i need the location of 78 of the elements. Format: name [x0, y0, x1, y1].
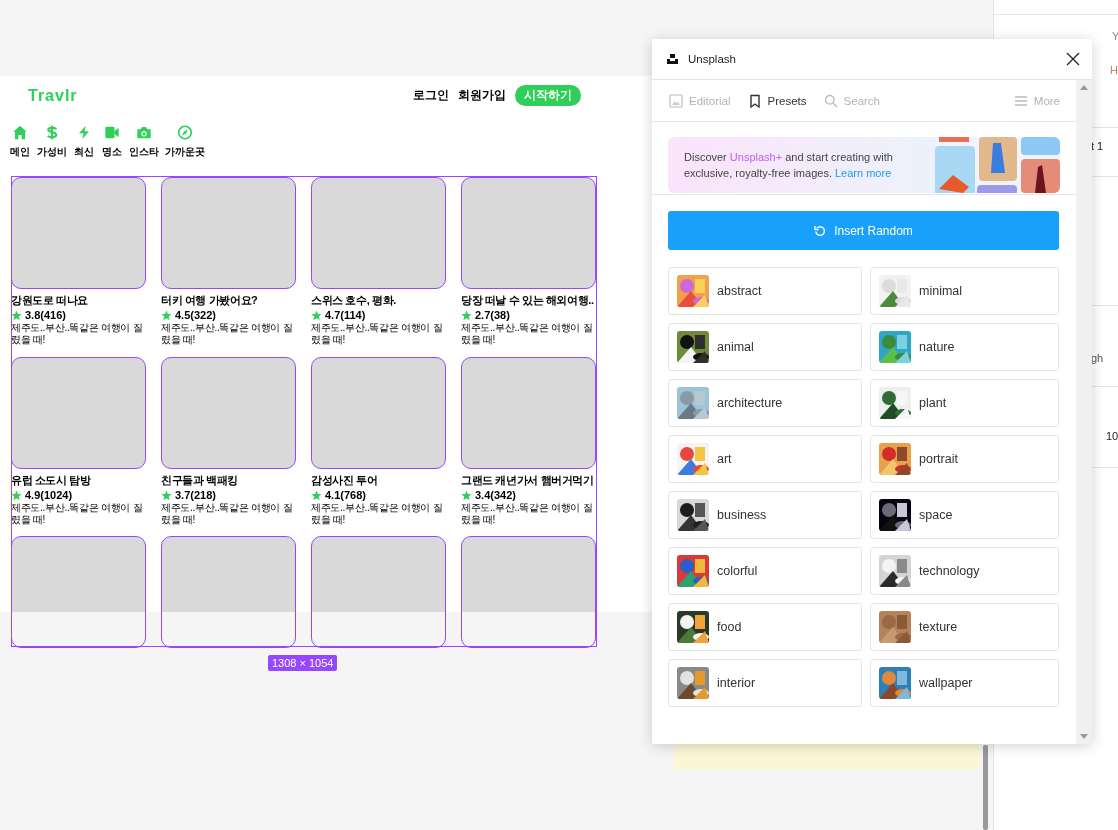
- nav-link[interactable]: 회원가입: [458, 87, 506, 104]
- preset-item[interactable]: minimal: [870, 267, 1059, 315]
- card-description: 제주도..부산..똑같은 여행이 질렸을 때!: [461, 322, 594, 346]
- rating-text: 4.5(322): [175, 309, 216, 321]
- rating-text: 4.7(114): [325, 309, 366, 321]
- rating-text: 4.1(768): [325, 489, 366, 501]
- star-icon: [461, 309, 472, 321]
- property-label: gh: [1091, 352, 1104, 364]
- video-camera-icon: [103, 125, 121, 140]
- card-description: 제주도..부산..똑같은 여행이 질렸을 때!: [161, 502, 294, 526]
- preset-item[interactable]: animal: [668, 323, 862, 371]
- preset-item[interactable]: technology: [870, 547, 1059, 595]
- star-icon: [311, 309, 322, 321]
- category-item[interactable]: 인스타: [129, 125, 159, 159]
- rating-text: 3.8(416): [25, 309, 66, 321]
- category-item[interactable]: 명소: [101, 125, 123, 159]
- preset-item[interactable]: portrait: [870, 435, 1059, 483]
- home-icon: [11, 125, 29, 140]
- card-description: 제주도..부산..똑같은 여행이 질렸을 때!: [161, 322, 294, 346]
- rating-text: 3.7(218): [175, 489, 216, 501]
- rating-text: 4.9(1024): [25, 489, 73, 501]
- preset-item[interactable]: abstract: [668, 267, 862, 315]
- star-icon: [311, 489, 322, 501]
- preset-item[interactable]: colorful: [668, 547, 862, 595]
- category-item[interactable]: 가까운곳: [165, 125, 205, 159]
- preset-item[interactable]: business: [668, 491, 862, 539]
- nav-link[interactable]: 로그인: [413, 87, 449, 104]
- rating-text: 3.4(342): [475, 489, 516, 501]
- card-description: 제주도..부산..똑같은 여행이 질렸을 때!: [11, 502, 144, 526]
- unsplash-logo-icon: [667, 54, 678, 64]
- image-icon: [669, 93, 683, 108]
- scrollbar-thumb[interactable]: [983, 745, 988, 830]
- card-title: 스위스 호수, 평화.: [311, 293, 396, 308]
- preset-item[interactable]: food: [668, 603, 862, 651]
- size-badge: 1308 × 1054: [268, 655, 338, 671]
- refresh-icon: [814, 224, 827, 237]
- close-button[interactable]: [1066, 52, 1080, 66]
- card-description: 제주도..부산..똑같은 여행이 질렸을 때!: [11, 322, 144, 346]
- card-title: 강원도로 떠나요: [11, 293, 88, 308]
- card-title: 터키 여행 가봤어요?: [161, 293, 258, 308]
- preset-item[interactable]: art: [668, 435, 862, 483]
- bookmark-icon: [747, 93, 762, 108]
- preset-item[interactable]: texture: [870, 603, 1059, 651]
- preset-item[interactable]: wallpaper: [870, 659, 1059, 707]
- preset-item[interactable]: interior: [668, 659, 862, 707]
- card-title: 그랜드 캐년가서 햄버거먹기: [461, 473, 594, 488]
- scrollbar[interactable]: [1076, 80, 1092, 744]
- star-icon: [461, 489, 472, 501]
- category-item[interactable]: 메인: [9, 125, 31, 159]
- property-label: H: [1110, 64, 1118, 76]
- property-label: 10: [1106, 430, 1118, 442]
- category-item[interactable]: 최신: [73, 125, 95, 159]
- card-title: 감성사진 투어: [311, 473, 378, 488]
- category-item[interactable]: 가성비: [37, 125, 67, 159]
- star-icon: [161, 309, 172, 321]
- compass-icon: [176, 125, 194, 140]
- tab[interactable]: Presets: [747, 93, 807, 108]
- card-title: 유럽 소도시 탐방: [11, 473, 91, 488]
- card-description: 제주도..부산..똑같은 여행이 질렸을 때!: [311, 502, 444, 526]
- scroll-up-icon[interactable]: [1080, 85, 1088, 90]
- menu-icon: [1013, 94, 1028, 107]
- card-title: 친구들과 백패킹: [161, 473, 238, 488]
- star-icon: [161, 489, 172, 501]
- card-title: 당장 떠날 수 있는 해외여행..: [461, 293, 594, 308]
- card-description: 제주도..부산..똑같은 여행이 질렸을 때!: [461, 502, 594, 526]
- card-description: 제주도..부산..똑같은 여행이 질렸을 때!: [311, 322, 444, 346]
- camera-icon: [135, 125, 153, 140]
- preset-item[interactable]: nature: [870, 323, 1059, 371]
- preset-item[interactable]: plant: [870, 379, 1059, 427]
- scroll-down-icon[interactable]: [1080, 734, 1088, 739]
- search-icon: [823, 93, 838, 108]
- star-icon: [11, 309, 22, 321]
- window-title: Unsplash: [688, 53, 737, 65]
- rating-text: 2.7(38): [475, 309, 510, 321]
- preset-item[interactable]: space: [870, 491, 1059, 539]
- star-icon: [11, 489, 22, 501]
- banner-text: Discover Unsplash+ and start creating with exclusive, royalty-free images. Learn more: [684, 151, 893, 179]
- preset-item[interactable]: architecture: [668, 379, 862, 427]
